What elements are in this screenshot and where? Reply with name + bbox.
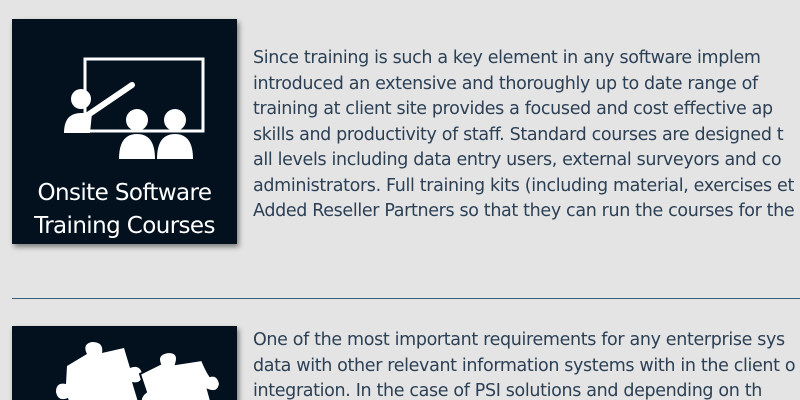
tile-caption-line1: Onsite Software	[37, 180, 213, 206]
text-line: data with other relevant information sys…	[253, 355, 796, 376]
training-courses-tile[interactable]: Onsite Software Training Courses	[12, 19, 237, 244]
text-line: training at client site provides a focus…	[253, 99, 773, 119]
text-line: integration. In the case of PSI solution…	[253, 381, 762, 400]
training-description: Since training is such a key element in …	[253, 46, 800, 225]
integration-description: One of the most important requirements f…	[253, 328, 800, 400]
integration-tile[interactable]	[12, 326, 237, 400]
page: Onsite Software Training Courses Since t…	[0, 0, 800, 400]
text-line: skills and productivity of staff. Standa…	[253, 124, 784, 145]
text-line: administrators. Full training kits (incl…	[253, 175, 794, 196]
section-divider	[12, 298, 800, 299]
text-line: One of the most important requirements f…	[253, 330, 785, 350]
text-line: all levels including data entry users, e…	[253, 150, 782, 170]
tile-caption-line2: Training Courses	[34, 213, 215, 239]
text-line: Added Reseller Partners so that they can…	[253, 201, 795, 221]
puzzle-pieces-icon	[56, 342, 222, 400]
text-line: Since training is such a key element in …	[253, 48, 761, 68]
text-line: introduced an extensive and thoroughly u…	[253, 73, 758, 94]
